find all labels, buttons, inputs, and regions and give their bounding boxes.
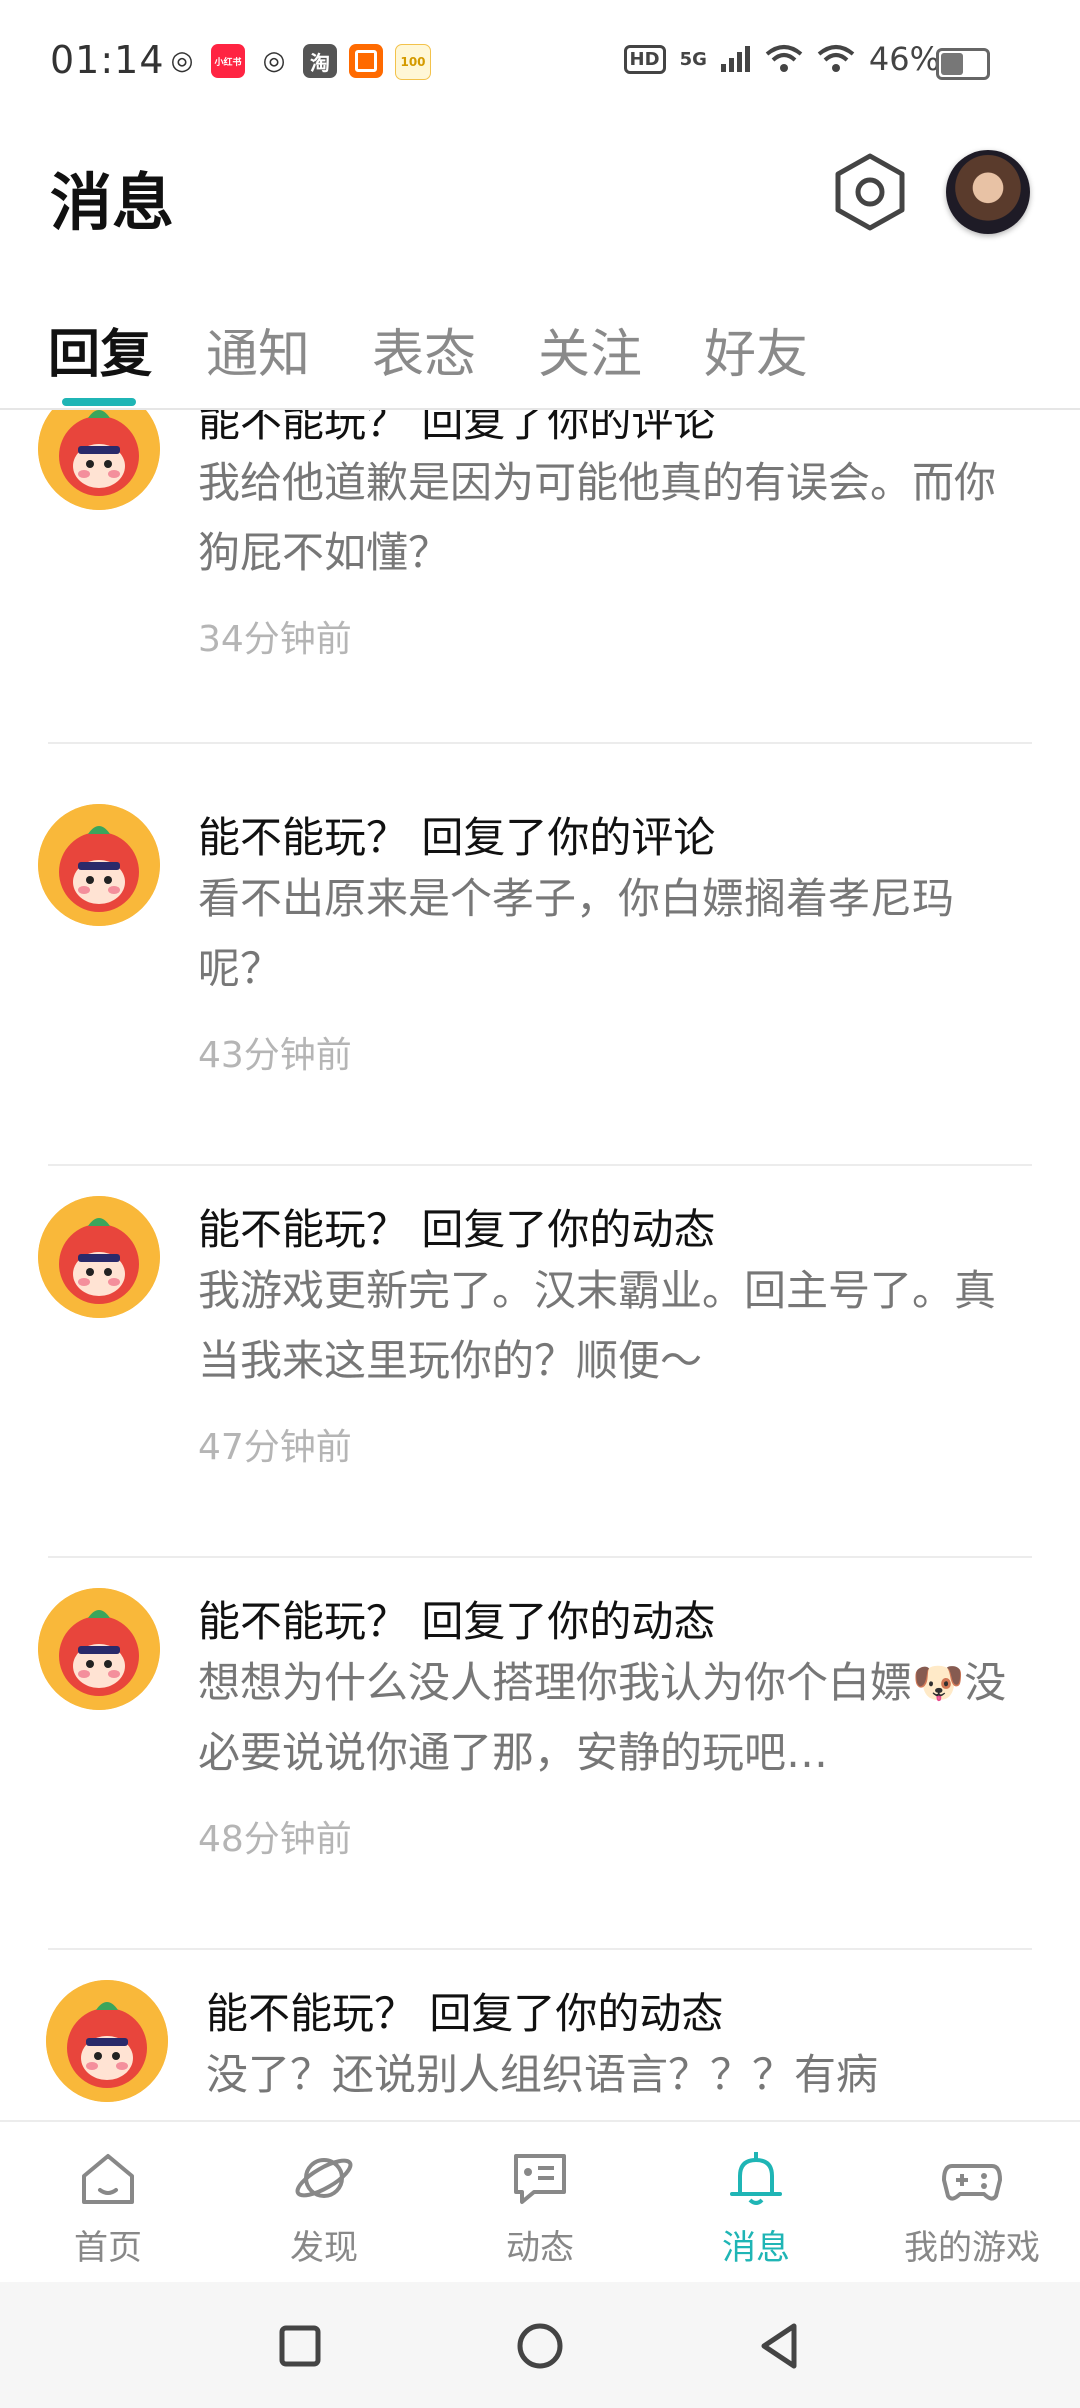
tab-reply[interactable]: 回复 xyxy=(48,312,152,387)
tomato-avatar-icon xyxy=(38,1588,160,1710)
tab-notification[interactable]: 通知 xyxy=(206,312,310,387)
nav-messages[interactable]: 消息 xyxy=(676,2146,836,2269)
nav-home[interactable]: 首页 xyxy=(28,2146,188,2269)
message-time: 47分钟前 xyxy=(198,1427,352,1468)
nav-discover[interactable]: 发现 xyxy=(244,2146,404,2269)
avatar[interactable] xyxy=(38,1196,160,1318)
avatar[interactable] xyxy=(38,804,160,926)
battery-icon xyxy=(936,48,990,80)
list-item[interactable]: 能不能玩？ 回复了你的动态 我游戏更新完了。汉末霸业。回主号了。真当我来这里玩你… xyxy=(0,1164,1080,1558)
nav-feed[interactable]: 动态 xyxy=(460,2146,620,2269)
active-tab-indicator xyxy=(62,398,136,406)
home-circle-icon[interactable] xyxy=(510,2316,570,2376)
taobao-icon: 淘 xyxy=(303,44,337,78)
status-indicators: HD 5G 46% xyxy=(623,40,940,78)
message-title: 能不能玩？ 回复了你的评论 xyxy=(198,813,716,862)
tomato-avatar-icon xyxy=(38,804,160,926)
tab-follow[interactable]: 关注 xyxy=(538,312,642,387)
message-time: 48分钟前 xyxy=(198,1819,352,1860)
status-app-icons: ◎ 小红书 ◎ 淘 100 xyxy=(165,44,431,80)
message-title: 能不能玩？ 回复了你的动态 xyxy=(198,1597,716,1646)
message-title: 能不能玩？ 回复了你的评论 xyxy=(198,410,716,446)
message-list[interactable]: 能不能玩？ 回复了你的评论 我给他道歉是因为可能他真的有误会。而你狗屁不如懂？ … xyxy=(0,410,1080,2120)
avatar[interactable] xyxy=(46,1980,168,2102)
message-body: 没了？还说别人组织语言？？？有病 xyxy=(206,2050,879,2099)
avatar[interactable] xyxy=(38,1588,160,1710)
battery-text: 46% xyxy=(868,40,940,78)
nav-label: 发现 xyxy=(290,2228,358,2268)
message-title: 能不能玩？ 回复了你的动态 xyxy=(198,1205,716,1254)
discover-planet-icon xyxy=(295,2158,353,2198)
bell-icon xyxy=(730,2152,782,2205)
message-body: 我游戏更新完了。汉末霸业。回主号了。真当我来这里玩你的？顺便～ xyxy=(198,1266,997,1385)
app-100-icon: 100 xyxy=(395,44,431,80)
tomato-avatar-icon xyxy=(38,1196,160,1318)
hd-badge: HD xyxy=(623,44,666,74)
tomato-avatar-icon xyxy=(46,1980,168,2102)
back-triangle-icon[interactable] xyxy=(750,2316,810,2376)
message-time: 43分钟前 xyxy=(198,1035,352,1076)
message-body: 看不出原来是个孝子，你白嫖搁着孝尼玛呢？ xyxy=(198,874,955,993)
status-bar: 01:14 ◎ 小红书 ◎ 淘 100 HD 5G 46% xyxy=(0,0,1080,130)
feed-chat-icon xyxy=(514,2154,566,2204)
message-tabs: 回复 通知 表态 关注 好友 xyxy=(0,300,1080,410)
message-time: 34分钟前 xyxy=(198,619,352,660)
user-avatar[interactable] xyxy=(946,150,1030,234)
message-title: 能不能玩？ 回复了你的动态 xyxy=(206,1989,724,2038)
network-type: 5G xyxy=(679,48,707,70)
wifi-icon xyxy=(817,45,855,72)
list-item[interactable]: 能不能玩？ 回复了你的评论 我给他道歉是因为可能他真的有误会。而你狗屁不如懂？ … xyxy=(0,410,1080,772)
app-icon xyxy=(349,44,383,78)
list-item[interactable]: 能不能玩？ 回复了你的评论 看不出原来是个孝子，你白嫖搁着孝尼玛呢？ 43分钟前 xyxy=(0,772,1080,1166)
message-body: 我给他道歉是因为可能他真的有误会。而你狗屁不如懂？ xyxy=(198,458,997,577)
tomato-avatar-icon xyxy=(38,410,160,510)
bottom-nav: 首页 发现 动态 消息 我的游戏 xyxy=(0,2120,1080,2282)
status-time: 01:14 xyxy=(50,38,165,82)
list-item[interactable]: 能不能玩？ 回复了你的动态 想想为什么没人搭理你我认为你个白嫖🐶没必要说说你通了… xyxy=(0,1556,1080,1950)
settings-hexagon-icon[interactable] xyxy=(834,152,906,232)
nav-label: 消息 xyxy=(722,2228,790,2268)
nav-label: 动态 xyxy=(506,2228,574,2268)
gamepad-icon xyxy=(942,2164,1002,2201)
list-item[interactable]: 能不能玩？ 回复了你的动态 没了？还说别人组织语言？？？有病 xyxy=(0,1948,1080,2120)
home-icon xyxy=(82,2154,134,2204)
wifi-icon xyxy=(765,45,803,72)
tab-reaction[interactable]: 表态 xyxy=(372,312,476,387)
weibo-icon: ◎ xyxy=(262,46,286,76)
nav-my-games[interactable]: 我的游戏 xyxy=(892,2146,1052,2269)
message-body: 想想为什么没人搭理你我认为你个白嫖🐶没必要说说你通了那，安静的玩吧… xyxy=(198,1658,1007,1777)
recent-apps-icon[interactable] xyxy=(270,2316,330,2376)
weibo-icon: ◎ xyxy=(170,46,194,76)
nav-label: 首页 xyxy=(74,2228,142,2268)
signal-icon xyxy=(720,46,750,72)
xiaohongshu-icon: 小红书 xyxy=(211,44,245,78)
system-nav-bar xyxy=(0,2282,1080,2408)
nav-label: 我的游戏 xyxy=(904,2228,1040,2268)
battery-level xyxy=(941,53,964,75)
avatar[interactable] xyxy=(38,410,160,510)
divider xyxy=(48,742,1032,744)
page-title: 消息 xyxy=(50,166,175,239)
tab-friends[interactable]: 好友 xyxy=(704,312,808,387)
